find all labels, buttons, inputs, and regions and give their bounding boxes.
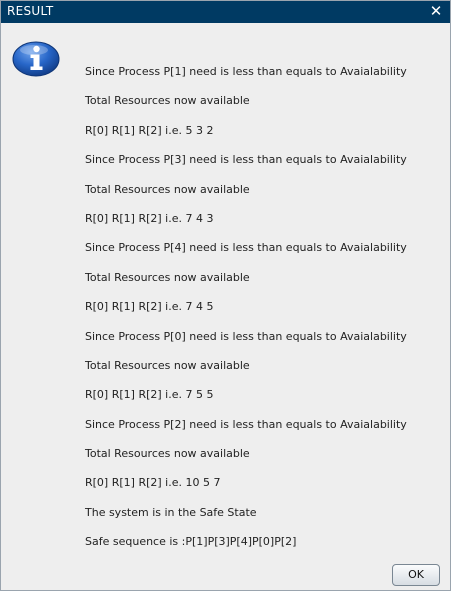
message-line: R[0] R[1] R[2] i.e. 7 4 3 xyxy=(85,211,214,225)
message-line: Since Process P[0] need is less than equ… xyxy=(85,329,407,343)
close-icon[interactable]: ✕ xyxy=(428,3,444,19)
message-line: Total Resources now available xyxy=(85,447,250,461)
message-line: The system is in the Safe State xyxy=(85,505,257,519)
message-line: Safe sequence is :P[1]P[3]P[4]P[0]P[2] xyxy=(85,535,297,549)
message-line: R[0] R[1] R[2] i.e. 10 5 7 xyxy=(85,476,221,490)
message-line: Since Process P[3] need is less than equ… xyxy=(85,153,407,167)
message-line: Total Resources now available xyxy=(85,358,250,372)
message-line: R[0] R[1] R[2] i.e. 7 5 5 xyxy=(85,388,214,402)
result-dialog: RESULT ✕ Since Process P[1] need is less… xyxy=(0,0,451,591)
ok-button[interactable]: OK xyxy=(392,564,440,586)
title-bar: RESULT ✕ xyxy=(1,1,450,23)
message-line: Since Process P[4] need is less than equ… xyxy=(85,241,407,255)
message-line: Total Resources now available xyxy=(85,182,250,196)
information-icon xyxy=(12,41,60,77)
message-lines: Since Process P[1] need is less than equ… xyxy=(85,64,407,564)
message-line: Since Process P[2] need is less than equ… xyxy=(85,417,407,431)
message-line: Total Resources now available xyxy=(85,94,250,108)
message-line: Total Resources now available xyxy=(85,270,250,284)
message-line: R[0] R[1] R[2] i.e. 5 3 2 xyxy=(85,123,214,137)
message-line: Since Process P[1] need is less than equ… xyxy=(85,65,407,78)
message-line: R[0] R[1] R[2] i.e. 7 4 5 xyxy=(85,300,214,314)
window-title: RESULT xyxy=(7,4,54,18)
